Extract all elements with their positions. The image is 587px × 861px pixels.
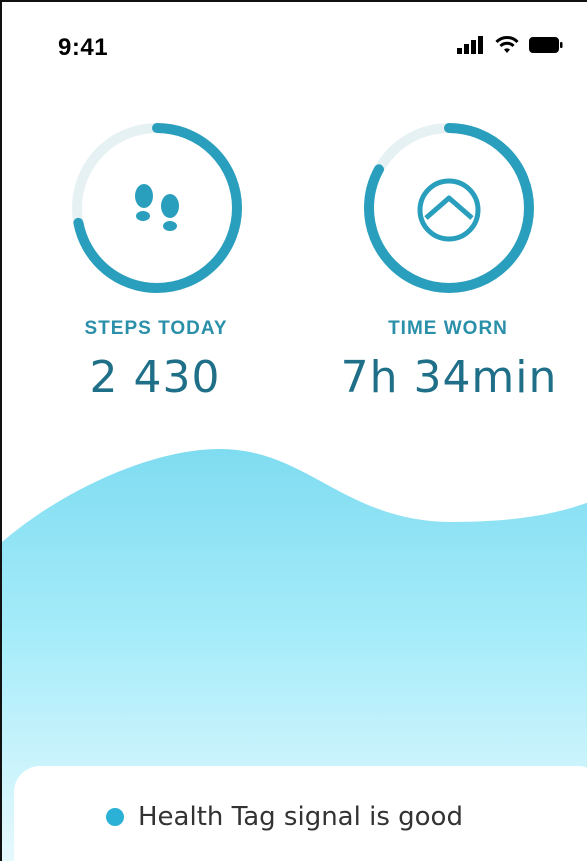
status-bar: 9:41 [2,2,587,92]
status-time: 9:41 [58,34,109,61]
cellular-signal-icon [457,36,483,54]
time-worn-label: TIME WORN [388,318,508,339]
activity-arc-icon [417,178,481,242]
steps-value: 2 430 [89,352,221,403]
time-worn-progress-ring [364,123,534,293]
steps-label: STEPS TODAY [84,318,228,339]
signal-status: Health Tag signal is good [106,802,463,832]
time-worn-value: 7h 34min [340,352,558,403]
signal-status-dot [106,808,124,826]
signal-status-text: Health Tag signal is good [138,802,463,832]
battery-icon [529,37,563,53]
wifi-icon [495,36,519,53]
status-icons [457,36,563,54]
steps-progress-ring [72,123,242,293]
app-screen: 9:41 STEPS TODAY 2 430 TIME WORN 7h 34mi… [0,0,587,861]
footprints-icon [135,184,179,231]
